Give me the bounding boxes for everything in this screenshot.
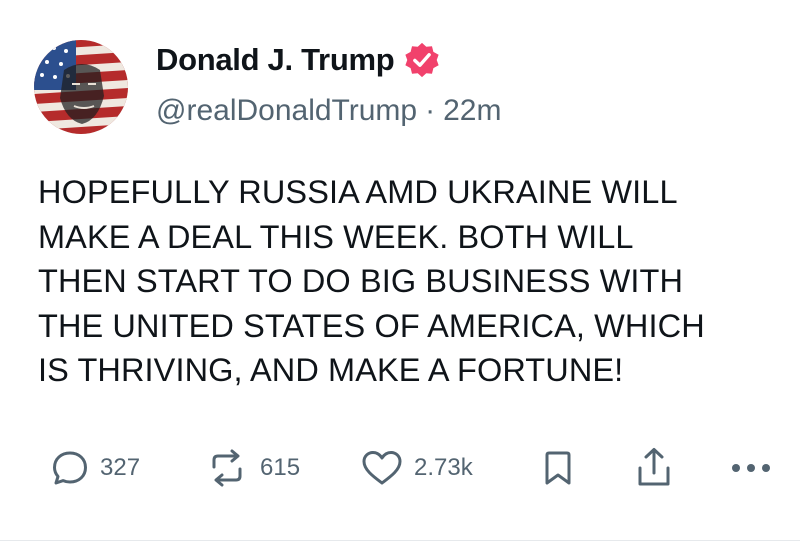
verified-badge-icon [403, 41, 441, 79]
reply-icon [53, 451, 87, 485]
timestamp[interactable]: 22m [443, 94, 501, 128]
action-bar: 327 615 2.73k [0, 440, 800, 496]
post-card: Donald J. Trump @realDonaldTrump · 22m H… [0, 0, 800, 547]
author-name-row: Donald J. Trump [156, 38, 441, 82]
bookmark-icon [545, 451, 571, 485]
like-count: 2.73k [414, 454, 473, 481]
avatar[interactable] [34, 40, 128, 134]
repost-icon [212, 449, 242, 487]
flag-portrait-avatar-image [34, 40, 128, 134]
bookmark-button[interactable] [540, 440, 576, 496]
repost-button[interactable]: 615 [204, 440, 300, 496]
like-button[interactable]: 2.73k [360, 440, 473, 496]
separator-dot: · [425, 94, 436, 127]
more-icon [732, 464, 770, 472]
share-button[interactable] [634, 440, 674, 496]
reply-count: 327 [100, 454, 141, 481]
heart-icon [362, 451, 402, 485]
post-text: HOPEFULLY RUSSIA AMD UKRAINE WILL MAKE A… [38, 174, 705, 388]
display-name[interactable]: Donald J. Trump [156, 42, 395, 78]
share-icon [638, 448, 670, 486]
handle[interactable]: @realDonaldTrump [156, 94, 417, 128]
reply-button[interactable]: 327 [50, 440, 140, 496]
more-button[interactable] [730, 440, 772, 496]
bottom-divider [0, 540, 800, 541]
handle-row: @realDonaldTrump · 22m [156, 94, 501, 128]
repost-count: 615 [260, 454, 301, 481]
